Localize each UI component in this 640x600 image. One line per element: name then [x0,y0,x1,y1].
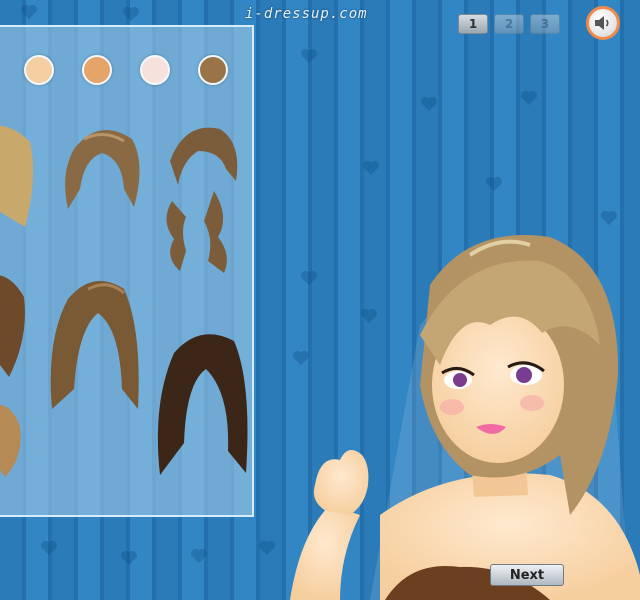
heart-icon [521,90,537,106]
skin-swatch-3[interactable] [140,55,170,85]
speaker-icon [595,16,609,30]
hair-option-brown-partial[interactable] [0,267,34,387]
site-watermark: i-dressup.com [245,6,368,22]
skin-swatch-1[interactable] [24,55,54,85]
heart-icon [301,48,317,64]
page-button-1[interactable]: 1 [458,14,488,34]
heart-icon [21,4,37,20]
heart-icon [421,96,437,112]
hair-option-long-curly-dark[interactable] [150,323,254,483]
heart-icon [486,176,502,192]
heart-icon [191,548,207,564]
heart-icon [123,6,139,22]
hair-option-long-wavy-brown[interactable] [38,269,150,419]
hair-option-blonde-partial[interactable] [0,117,40,247]
skin-swatch-4[interactable] [198,55,228,85]
girl-avatar [290,235,640,600]
sound-toggle-button[interactable] [586,6,620,40]
page-button-3[interactable]: 3 [530,14,560,34]
hair-selection-panel [0,25,254,517]
heart-icon [363,160,379,176]
heart-icon [41,540,57,556]
hair-option-short-ash-bob[interactable] [54,119,150,215]
page-selector: 1 2 3 [458,14,560,34]
heart-icon [121,550,137,566]
hair-option-curly-ash-bob[interactable] [160,121,244,281]
page-button-2[interactable]: 2 [494,14,524,34]
hair-option-updo-partial[interactable] [0,397,30,487]
skin-swatch-2[interactable] [82,55,112,85]
next-button[interactable]: Next [490,564,564,586]
